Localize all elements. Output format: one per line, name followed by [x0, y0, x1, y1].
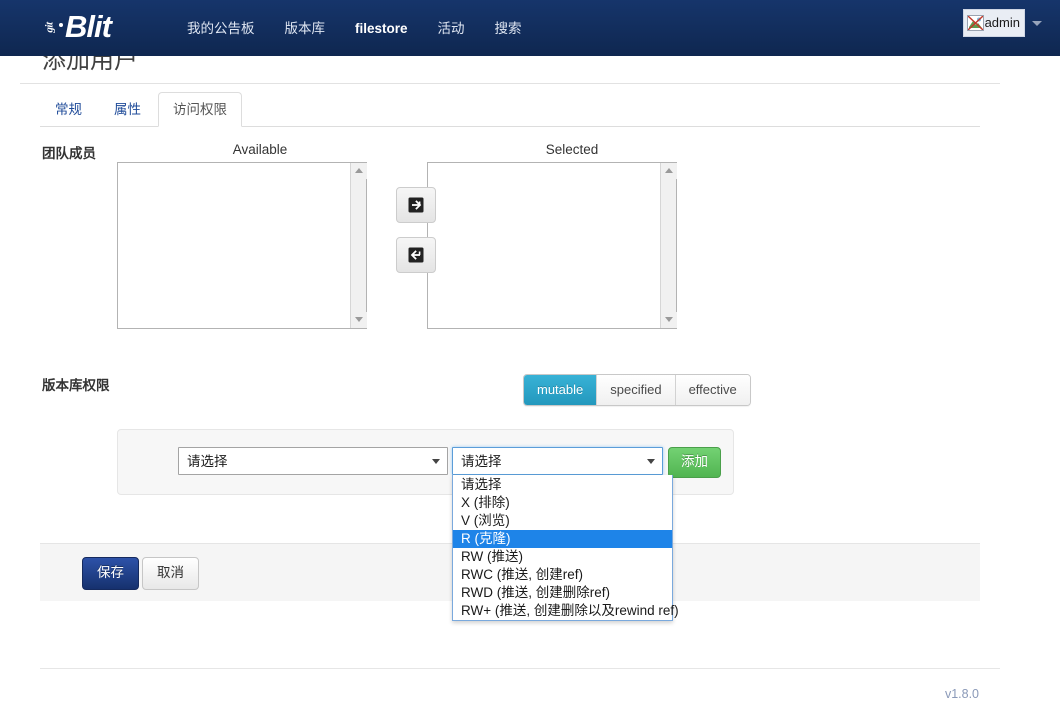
repository-permissions-label: 版本库权限 — [42, 378, 110, 393]
tab-general[interactable]: 常规 — [40, 92, 97, 127]
top-navbar: git Blit 我的公告板 版本库 filestore 活动 搜索 admin — [0, 0, 1060, 56]
footer-divider — [40, 668, 1000, 669]
save-button[interactable]: 保存 — [82, 557, 139, 590]
team-members-label: 团队成员 — [42, 146, 96, 161]
tab-general-link[interactable]: 常规 — [40, 92, 97, 127]
nav-item-repositories[interactable]: 版本库 — [270, 13, 341, 44]
selected-teams-listbox[interactable] — [427, 162, 677, 329]
scroll-up-arrow-icon[interactable] — [661, 163, 677, 179]
nav-item-search[interactable]: 搜索 — [480, 13, 537, 44]
repository-select[interactable]: 请选择 — [178, 447, 448, 475]
nav-link-activity[interactable]: 活动 — [423, 13, 480, 44]
dropdown-option[interactable]: X (排除) — [453, 494, 672, 512]
nav-link-repositories[interactable]: 版本库 — [270, 13, 341, 44]
repository-select-value: 请选择 — [187, 454, 228, 469]
dropdown-option[interactable]: RW+ (推送, 创建删除以及rewind ref) — [453, 602, 679, 620]
chevron-down-icon — [432, 459, 440, 464]
permission-mode-button-group: mutable specified effective — [523, 374, 751, 406]
dropdown-option[interactable]: RWC (推送, 创建ref) — [453, 566, 672, 584]
scroll-down-arrow-icon[interactable] — [661, 312, 677, 328]
tab-attributes-link[interactable]: 属性 — [99, 92, 156, 127]
footer-version-link[interactable]: v1.8.0 — [945, 687, 979, 701]
nav-item-filestore[interactable]: filestore — [340, 13, 423, 44]
available-listbox-scrollbar[interactable] — [350, 163, 367, 328]
brand-dot-icon — [59, 23, 63, 27]
permission-select-dropdown[interactable]: 请选择 X (排除) V (浏览) R (克隆) RW (推送) RWC (推送… — [452, 475, 679, 621]
tab-attributes[interactable]: 属性 — [99, 92, 156, 127]
permission-mode-specified[interactable]: specified — [597, 375, 676, 405]
brand-logo[interactable]: git Blit — [36, 8, 112, 46]
dropdown-option[interactable]: RWD (推送, 创建删除ref) — [453, 584, 672, 602]
nav-link-dashboard[interactable]: 我的公告板 — [172, 13, 270, 44]
scroll-down-arrow-icon[interactable] — [351, 312, 367, 328]
dropdown-option-selected[interactable]: R (克隆) — [453, 530, 672, 548]
dropdown-option[interactable]: 请选择 — [453, 476, 672, 494]
permission-select[interactable]: 请选择 — [452, 447, 663, 475]
navbar-inner: git Blit 我的公告板 版本库 filestore 活动 搜索 admin — [0, 0, 1060, 56]
nav-item-dashboard[interactable]: 我的公告板 — [172, 13, 270, 44]
dropdown-option[interactable]: RW (推送) — [453, 548, 672, 566]
navbar-links: 我的公告板 版本库 filestore 活动 搜索 — [172, 0, 537, 56]
permission-mode-effective[interactable]: effective — [675, 375, 750, 405]
navbar-user-menu[interactable]: admin — [962, 9, 1042, 37]
cancel-button[interactable]: 取消 — [142, 557, 199, 590]
available-teams-listbox[interactable] — [117, 162, 367, 329]
arrow-left-into-box-icon[interactable] — [396, 237, 436, 273]
nav-link-filestore[interactable]: filestore — [340, 13, 423, 44]
selected-column-header: Selected — [545, 142, 599, 157]
tab-access-permissions-link[interactable]: 访问权限 — [158, 92, 242, 127]
scroll-up-arrow-icon[interactable] — [351, 163, 367, 179]
dropdown-option[interactable]: V (浏览) — [453, 512, 672, 530]
arrow-right-into-box-icon[interactable] — [396, 187, 436, 223]
tab-bar: 常规 属性 访问权限 — [40, 92, 980, 127]
add-permission-button[interactable]: 添加 — [668, 447, 721, 478]
permission-select-value: 请选择 — [461, 454, 502, 469]
main-content-container: 常规 属性 访问权限 团队成员 Available Selected 版本库权限… — [20, 84, 1000, 710]
nav-item-activity[interactable]: 活动 — [423, 13, 480, 44]
chevron-down-icon[interactable] — [1032, 20, 1042, 26]
permission-mode-mutable[interactable]: mutable — [524, 375, 598, 405]
user-name-label: admin — [984, 15, 1020, 30]
tab-access-permissions[interactable]: 访问权限 — [158, 92, 242, 127]
chevron-down-icon — [647, 459, 655, 464]
available-column-header: Available — [232, 142, 288, 157]
broken-image-icon — [966, 15, 984, 31]
selected-listbox-scrollbar[interactable] — [660, 163, 677, 328]
user-menu-button[interactable]: admin — [962, 9, 1025, 37]
nav-link-search[interactable]: 搜索 — [480, 13, 537, 44]
brand-git-text: git — [43, 21, 56, 33]
brand-blit-text: Blit — [65, 9, 112, 44]
